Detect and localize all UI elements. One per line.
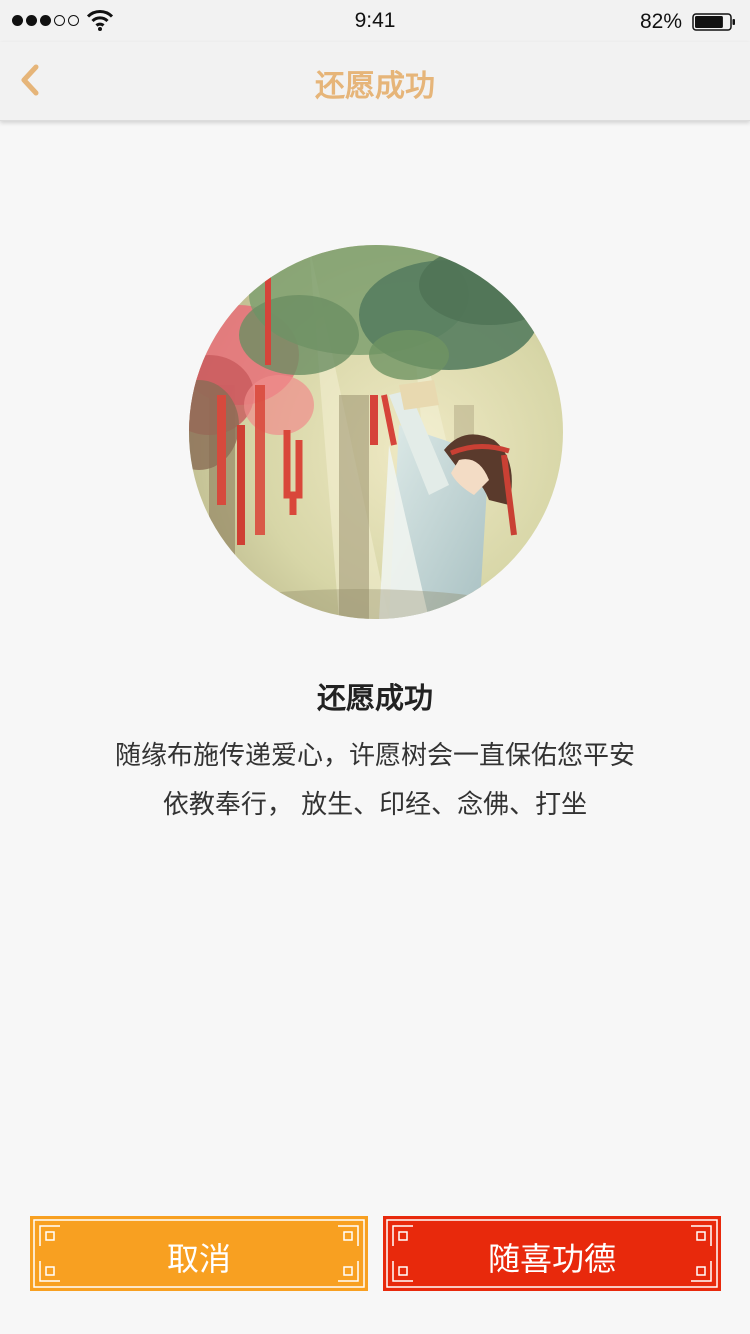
status-time: 9:41 — [354, 9, 396, 32]
cancel-button-label: 取消 — [166, 1240, 231, 1278]
battery-icon — [692, 13, 735, 31]
page-title: 还愿成功 — [315, 69, 435, 104]
blessing-text-line-1: 随缘布施传递爱心，许愿树会一直保佑您平安 — [114, 741, 635, 771]
cancel-button[interactable]: 取消 — [30, 1216, 368, 1291]
status-bar: 9:41 82% — [0, 0, 750, 42]
rejoice-merit-button[interactable]: 随喜功德 — [383, 1216, 721, 1291]
wish-tree-illustration — [189, 245, 563, 619]
rejoice-merit-button-label: 随喜功德 — [487, 1240, 616, 1278]
navigation-bar: 还愿成功 — [0, 42, 750, 121]
success-title: 还愿成功 — [316, 681, 433, 715]
battery-percent: 82% — [639, 10, 682, 33]
blessing-text-line-2: 依教奉行， 放生、印经、念佛、打坐 — [162, 790, 588, 820]
